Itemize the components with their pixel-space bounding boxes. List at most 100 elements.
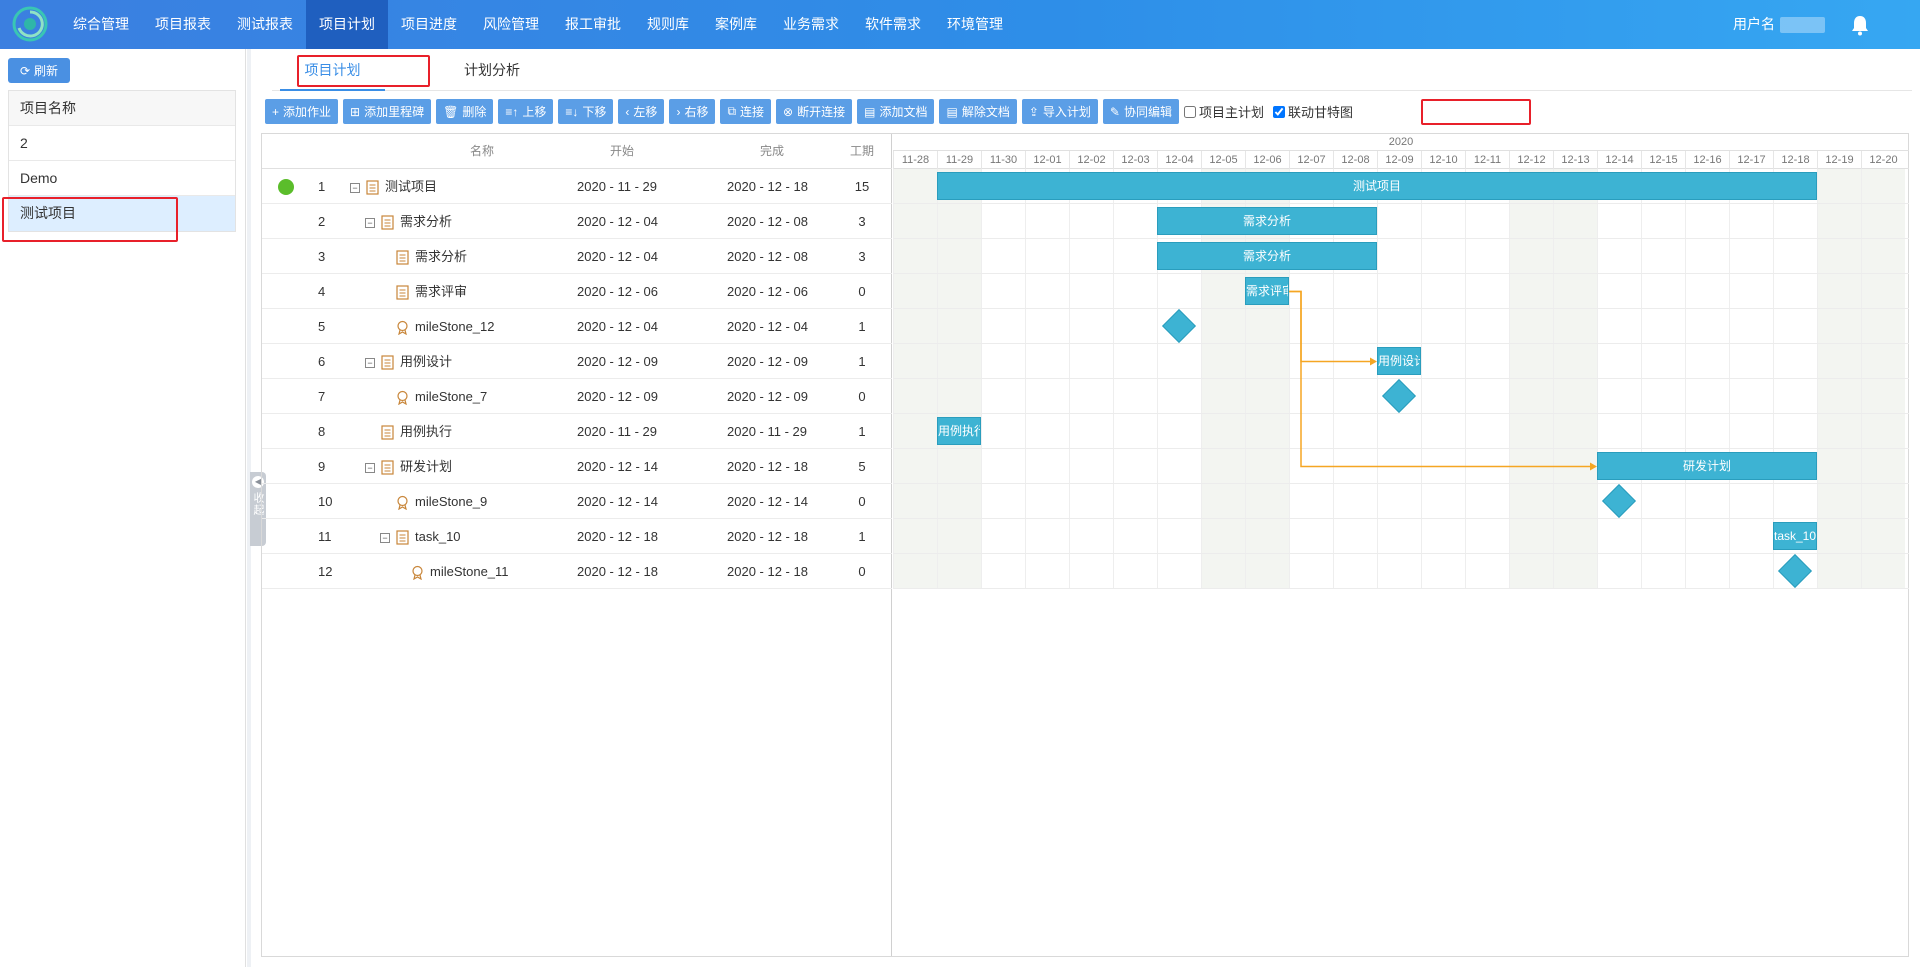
toolbar-button-label: 上移	[522, 105, 547, 119]
collapse-toggle-icon[interactable]: −	[380, 532, 390, 543]
table-row[interactable]: 6 − 用例设计 2020 - 12 - 09 2020 - 12 - 09 1	[262, 344, 892, 379]
row-end: 2020 - 12 - 06	[727, 284, 808, 299]
toolbar-button-chevron-right[interactable]: › 右移	[669, 99, 716, 124]
collapse-toggle-icon[interactable]: −	[365, 357, 375, 368]
link-gantt-checkbox-input[interactable]	[1273, 105, 1286, 118]
tab-project-plan[interactable]: 项目计划	[280, 49, 385, 91]
row-name-cell: − 研发计划	[365, 449, 452, 484]
tab-plan-analysis[interactable]: 计划分析	[447, 49, 537, 91]
bell-icon[interactable]	[1850, 14, 1870, 36]
row-id: 11	[318, 529, 332, 544]
project-list-item[interactable]: Demo	[9, 161, 235, 196]
nav-item[interactable]: 软件需求	[852, 0, 934, 49]
app-logo-icon[interactable]	[12, 6, 48, 42]
content-tabs: 项目计划 计划分析	[272, 49, 1912, 91]
row-start: 2020 - 12 - 04	[577, 214, 658, 229]
table-row[interactable]: 1 − 测试项目 2020 - 11 - 29 2020 - 12 - 18 15	[262, 169, 892, 204]
master-plan-checkbox[interactable]: 项目主计划	[1184, 102, 1264, 121]
toolbar-button-label: 左移	[633, 105, 658, 119]
table-row[interactable]: 5 mileStone_12 2020 - 12 - 04 2020 - 12 - 0…	[262, 309, 892, 344]
gantt-day-label: 12-11	[1465, 151, 1509, 169]
gantt-day-label: 12-06	[1245, 151, 1289, 169]
toolbar-button-doc-remove[interactable]: ▤ 解除文档	[939, 99, 1017, 124]
row-end: 2020 - 12 - 09	[727, 354, 808, 369]
table-row[interactable]: 3 需求分析 2020 - 12 - 04 2020 - 12 - 08 3	[262, 239, 892, 274]
move-up-icon: ≡↑	[505, 104, 519, 119]
toolbar-button-label: 添加里程碑	[364, 105, 425, 119]
column-header-end[interactable]: 完成	[717, 134, 827, 169]
column-header-duration[interactable]: 工期	[842, 134, 882, 169]
nav-item[interactable]: 项目进度	[388, 0, 470, 49]
column-header-start[interactable]: 开始	[567, 134, 677, 169]
toolbar-button-label: 协同编辑	[1123, 105, 1172, 119]
nav-item[interactable]: 综合管理	[60, 0, 142, 49]
toolbar-button-milestone-add[interactable]: ⊞ 添加里程碑	[343, 99, 432, 124]
nav-item[interactable]: 测试报表	[224, 0, 306, 49]
table-row[interactable]: 7 mileStone_7 2020 - 12 - 09 2020 - 12 - 09…	[262, 379, 892, 414]
gantt-day-label: 12-14	[1597, 151, 1641, 169]
nav-item[interactable]: 规则库	[634, 0, 702, 49]
gantt-day-label: 12-01	[1025, 151, 1069, 169]
refresh-button[interactable]: ⟳ 刷新	[8, 58, 70, 83]
table-row[interactable]: 12 mileStone_11 2020 - 12 - 18 2020 - 12 - …	[262, 554, 892, 589]
nav-item[interactable]: 风险管理	[470, 0, 552, 49]
row-duration: 0	[858, 564, 866, 579]
toolbar-button-doc-add[interactable]: ▤ 添加文档	[857, 99, 935, 124]
link-gantt-checkbox[interactable]: 联动甘特图	[1273, 102, 1353, 121]
gantt-day-label: 11-28	[893, 151, 937, 169]
column-header-name[interactable]: 名称	[412, 134, 552, 169]
table-row[interactable]: 8 用例执行 2020 - 11 - 29 2020 - 11 - 29 1	[262, 414, 892, 449]
row-end: 2020 - 12 - 08	[727, 214, 808, 229]
master-plan-checkbox-input[interactable]	[1184, 105, 1196, 118]
project-sidebar: ⟳ 刷新 项目名称 2 Demo 测试项目	[0, 49, 246, 967]
project-icon	[366, 180, 379, 195]
toolbar-button-unlink[interactable]: ⊗ 断开连接	[776, 99, 853, 124]
toolbar-button-trash[interactable]: 🗑 删除	[436, 99, 494, 124]
row-name: mileStone_9	[415, 494, 488, 509]
row-duration: 0	[858, 494, 866, 509]
nav-item[interactable]: 业务需求	[770, 0, 852, 49]
toolbar-button-label: 断开连接	[797, 105, 846, 119]
toolbar-button-move-down[interactable]: ≡↓ 下移	[558, 99, 614, 124]
table-row[interactable]: 9 − 研发计划 2020 - 12 - 14 2020 - 12 - 18 5	[262, 449, 892, 484]
toolbar-button-collab[interactable]: ✎ 协同编辑	[1102, 99, 1179, 124]
collapse-toggle-icon[interactable]: −	[365, 217, 375, 228]
table-row[interactable]: 2 − 需求分析 2020 - 12 - 04 2020 - 12 - 08 3	[262, 204, 892, 239]
row-duration: 1	[858, 424, 866, 439]
nav-item[interactable]: 项目计划	[306, 0, 388, 49]
summary-task-icon	[396, 530, 409, 545]
username-label[interactable]: 用户名	[1733, 0, 1775, 49]
collapse-toggle-icon[interactable]: −	[365, 462, 375, 473]
nav-item[interactable]: 案例库	[702, 0, 770, 49]
collapse-toggle-icon[interactable]: −	[350, 182, 360, 193]
refresh-label: 刷新	[34, 64, 59, 78]
row-name: 测试项目	[385, 179, 438, 194]
toolbar-button-chevron-left[interactable]: ‹ 左移	[618, 99, 665, 124]
table-row[interactable]: 10 mileStone_9 2020 - 12 - 14 2020 - 12 - 1…	[262, 484, 892, 519]
row-duration: 3	[858, 249, 866, 264]
row-duration: 1	[858, 354, 866, 369]
project-list-item[interactable]: 测试项目	[9, 196, 235, 231]
toolbar-button-link[interactable]: ⧉ 连接	[720, 99, 772, 124]
table-row[interactable]: 4 需求评审 2020 - 12 - 06 2020 - 12 - 06 0	[262, 274, 892, 309]
nav-item[interactable]: 报工审批	[552, 0, 634, 49]
nav-item[interactable]: 环境管理	[934, 0, 1016, 49]
toolbar-button-import[interactable]: ⇪ 导入计划	[1021, 99, 1098, 124]
row-name-cell: mileStone_11	[411, 554, 509, 589]
row-name: 研发计划	[400, 459, 453, 474]
move-down-icon: ≡↓	[565, 104, 579, 119]
nav-item[interactable]: 项目报表	[142, 0, 224, 49]
row-start: 2020 - 12 - 14	[577, 494, 658, 509]
project-list-item[interactable]: 2	[9, 126, 235, 161]
toolbar-button-plus[interactable]: + 添加作业	[265, 99, 339, 124]
task-icon	[396, 250, 409, 265]
row-start: 2020 - 11 - 29	[577, 179, 657, 194]
toolbar-button-move-up[interactable]: ≡↑ 上移	[498, 99, 554, 124]
row-name-cell: 需求分析	[396, 239, 467, 274]
gantt-chart: 2020 11-28 11-29 11-30 12-01 12-02 12-03 12-04…	[893, 134, 1909, 956]
table-row[interactable]: 11 − task_10 2020 - 12 - 18 2020 - 12 - 18 1	[262, 519, 892, 554]
row-id: 12	[318, 564, 333, 579]
gantt-dependency-link[interactable]	[1289, 290, 1591, 468]
gantt-day-label: 12-12	[1509, 151, 1553, 169]
summary-task-icon	[381, 355, 394, 370]
